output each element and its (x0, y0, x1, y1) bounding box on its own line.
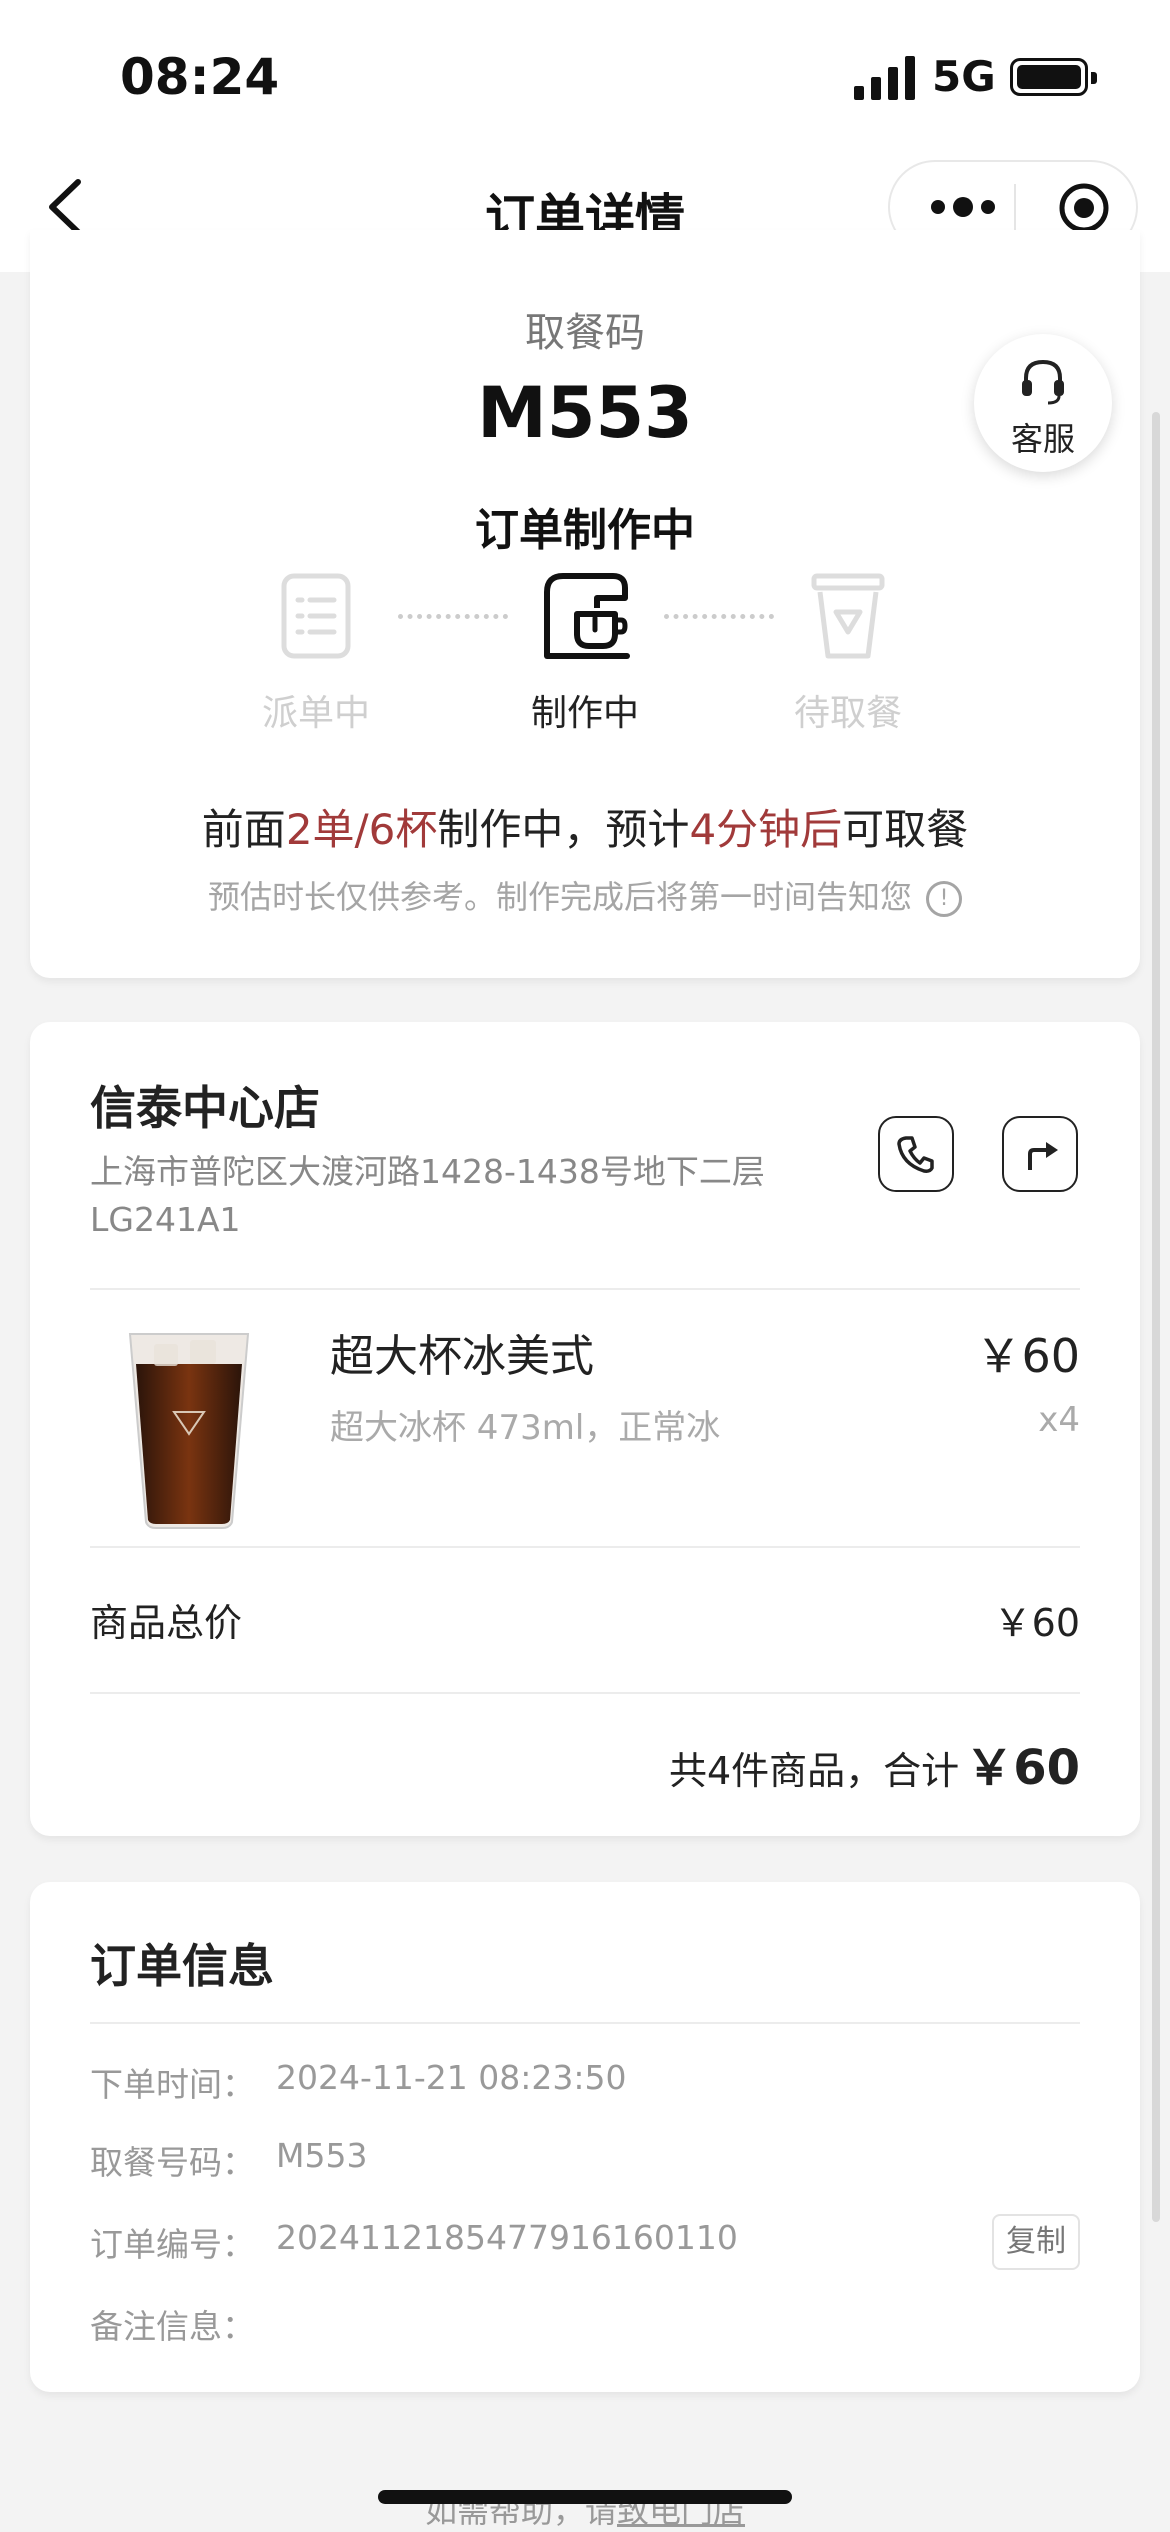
product-quantity: x4 (1038, 1400, 1080, 1440)
scrollbar[interactable] (1152, 412, 1160, 2222)
step-label-pickup: 待取餐 (793, 693, 902, 734)
store-address: 上海市普陀区大渡河路1428-1438号地下二层LG241A1 (90, 1152, 765, 1239)
copy-order-number-button[interactable]: 复制 (992, 2214, 1080, 2270)
close-miniprogram-icon[interactable] (1058, 182, 1110, 234)
order-number-value: 20241121854779161601​10 (276, 2218, 738, 2257)
customer-service-button[interactable]: 客服 (974, 334, 1112, 472)
iced-americano-image (128, 1333, 250, 1529)
call-store-button[interactable] (878, 1116, 954, 1192)
product-price: ￥60 (975, 1329, 1080, 1383)
navigate-store-button[interactable] (1002, 1116, 1078, 1192)
order-total: 共4件商品，合计 ￥60 (669, 1740, 1080, 1796)
subtotal-value: ￥60 (993, 1601, 1080, 1645)
signal-icon (854, 56, 915, 100)
network-type: 5G (932, 52, 996, 101)
info-icon[interactable]: ! (926, 881, 962, 917)
queue-status-text: 前面2单/6杯制作中，预计4分钟后可取餐 (201, 805, 969, 854)
store-order-card: 信泰中心店 上海市普陀区大渡河路1428-1438号地下二层LG241A1 超大… (30, 1022, 1140, 1836)
phone-icon (897, 1136, 934, 1173)
pickup-number-value: M553 (276, 2136, 368, 2175)
pickup-status-card: 取餐码 M553 订单制作中 派单中 制作中 待取餐 前面2单/6杯制作中，预计… (30, 230, 1140, 978)
product-name: 超大杯冰美式 (330, 1331, 594, 1382)
product-spec: 超大冰杯 473ml，正常冰 (330, 1408, 721, 1448)
divider (90, 1546, 1080, 1548)
more-icon[interactable] (928, 190, 998, 224)
home-indicator (378, 2490, 792, 2504)
order-info-card: 订单信息 下单时间： 2024-11-21 08:23:50 取餐号码： M55… (30, 1882, 1140, 2392)
total-amount: ￥60 (965, 1740, 1080, 1796)
order-time-value: 2024-11-21 08:23:50 (276, 2058, 627, 2097)
step-label-dispatch: 派单中 (261, 693, 370, 734)
capsule-divider (1014, 184, 1016, 234)
store-name: 信泰中心店 (90, 1081, 320, 1135)
order-status-title: 订单制作中 (475, 505, 695, 556)
step-connector (398, 614, 508, 619)
divider (90, 2022, 1080, 2024)
pickup-code-label: 取餐码 (525, 310, 645, 356)
divider (90, 1288, 1080, 1290)
customer-service-label: 客服 (1010, 420, 1075, 458)
order-list-icon (281, 573, 351, 659)
order-number-label: 订单编号： (90, 2225, 255, 2264)
coffee-machine-icon (544, 573, 630, 659)
battery-icon (1010, 58, 1097, 96)
directions-icon (1028, 1142, 1058, 1170)
order-time-label: 下单时间： (90, 2065, 255, 2104)
divider (90, 1692, 1080, 1694)
status-time: 08:24 (120, 48, 280, 106)
subtotal-label: 商品总价 (90, 1601, 243, 1645)
step-connector (664, 614, 774, 619)
status-bar: 08:24 5G (0, 0, 1170, 150)
pickup-cup-icon (811, 573, 885, 659)
headset-icon (1022, 359, 1064, 405)
estimate-note: 预估时长仅供参考。制作完成后将第一时间告知您! (30, 872, 1140, 918)
remarks-label: 备注信息： (90, 2307, 255, 2346)
step-label-making: 制作中 (530, 693, 639, 734)
pickup-number-label: 取餐号码： (90, 2143, 255, 2182)
order-info-title: 订单信息 (90, 1939, 274, 1993)
